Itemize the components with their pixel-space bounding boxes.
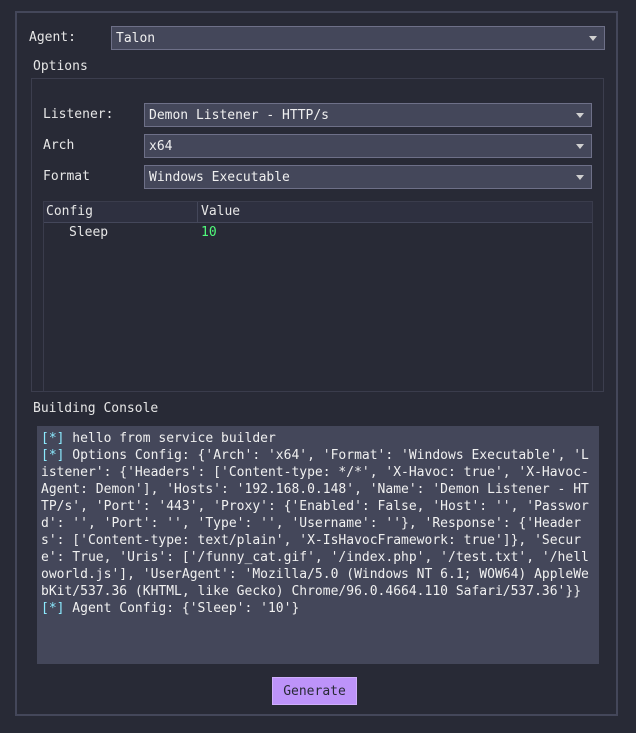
agent-label: Agent: <box>29 30 76 45</box>
chevron-down-icon <box>576 113 584 118</box>
console-line-text: Agent Config: {'Sleep': '10'} <box>64 601 300 616</box>
table-row[interactable]: Sleep 10 <box>44 223 592 243</box>
agent-select[interactable]: Talon <box>111 26 605 50</box>
listener-label: Listener: <box>43 107 114 122</box>
format-label: Format <box>43 169 90 184</box>
arch-select[interactable]: x64 <box>144 134 592 158</box>
payload-dialog: Agent: Talon Options Listener: Demon Lis… <box>15 11 618 716</box>
arch-select-value: x64 <box>149 138 173 154</box>
arch-label: Arch <box>43 138 75 153</box>
config-cell: Sleep <box>69 225 109 240</box>
chevron-down-icon <box>576 144 584 149</box>
console-line-tag: [*] <box>41 601 65 616</box>
value-cell[interactable]: 10 <box>201 225 217 240</box>
column-separator[interactable] <box>197 202 198 222</box>
console-line-tag: [*] <box>41 431 65 446</box>
listener-select-value: Demon Listener - HTTP/s <box>149 107 330 123</box>
generate-button[interactable]: Generate <box>272 677 357 705</box>
column-header-value[interactable]: Value <box>201 204 240 219</box>
chevron-down-icon <box>576 175 584 180</box>
column-header-config[interactable]: Config <box>46 204 93 219</box>
config-table-header: Config Value <box>44 202 592 223</box>
console-title: Building Console <box>33 401 159 416</box>
console-line-text: hello from service builder <box>64 431 276 446</box>
options-title: Options <box>33 59 88 74</box>
agent-select-value: Talon <box>116 30 156 46</box>
format-select[interactable]: Windows Executable <box>144 165 592 189</box>
building-console[interactable]: [*] hello from service builder [*] Optio… <box>37 426 599 664</box>
format-select-value: Windows Executable <box>149 169 290 185</box>
console-line-text: Options Config: {'Arch': 'x64', 'Format'… <box>41 448 589 599</box>
config-table[interactable]: Config Value Sleep 10 <box>43 201 593 392</box>
options-group: Listener: Demon Listener - HTTP/s Arch x… <box>31 78 604 392</box>
chevron-down-icon <box>589 36 597 41</box>
listener-select[interactable]: Demon Listener - HTTP/s <box>144 103 592 127</box>
console-line-tag: [*] <box>41 448 65 463</box>
